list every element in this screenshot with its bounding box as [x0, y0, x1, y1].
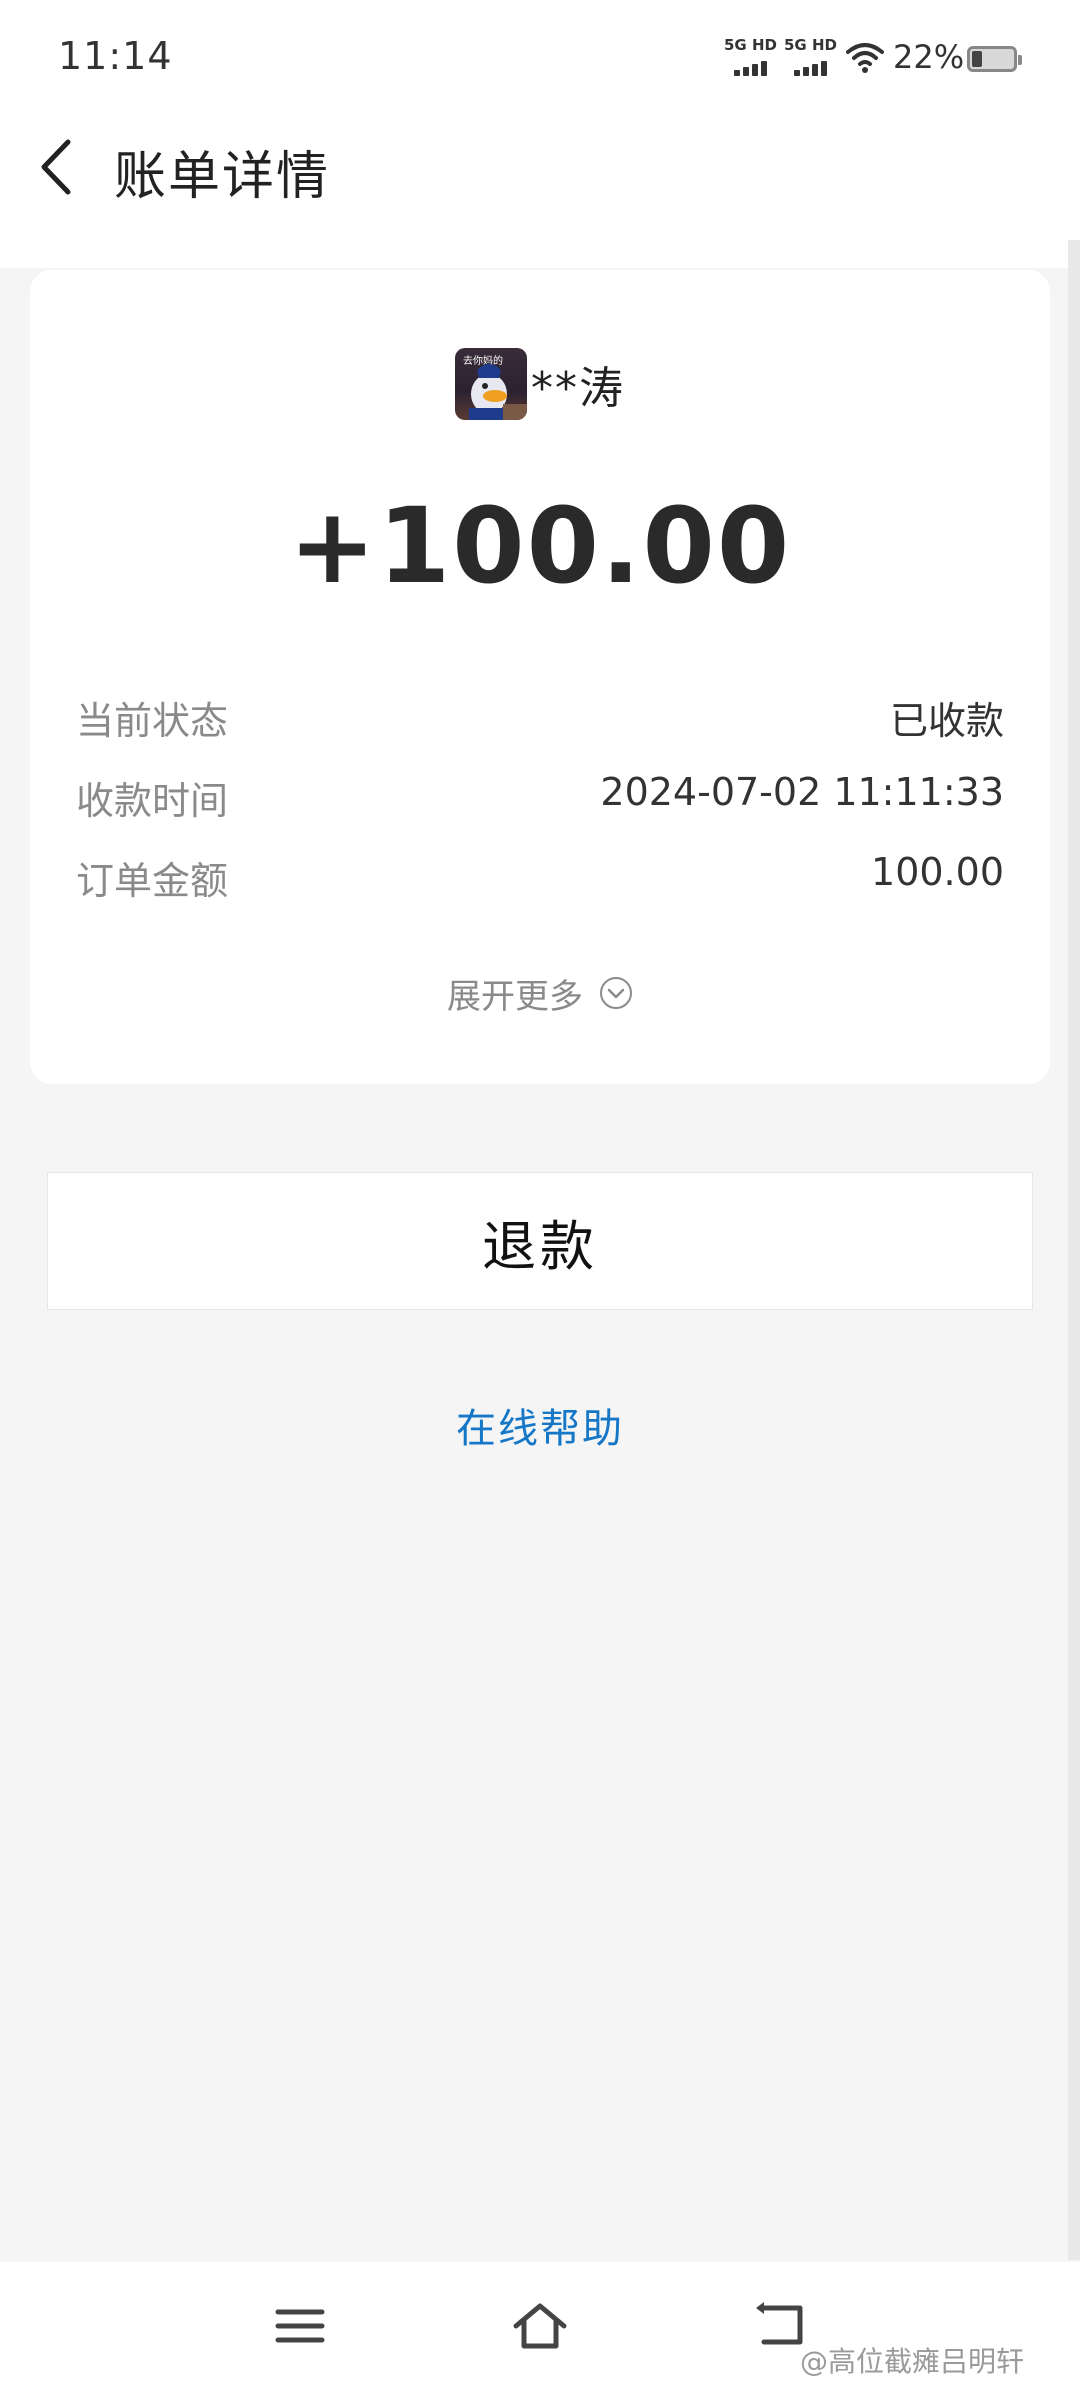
- refund-button-label: 退款: [482, 1214, 598, 1278]
- expand-more-button[interactable]: 展开更多: [30, 968, 1050, 1018]
- page-title: 账单详情: [114, 147, 331, 207]
- refund-button[interactable]: 退款: [47, 1172, 1033, 1310]
- scrollbar[interactable]: [1068, 240, 1080, 2260]
- sim1-signal-icon: 5G HD: [724, 36, 777, 76]
- duck-avatar-icon: [469, 364, 527, 420]
- wifi-icon: [846, 43, 884, 73]
- chevron-down-circle-icon: [600, 977, 632, 1009]
- detail-row-amount: 订单金额 100.00: [76, 850, 1004, 903]
- status-time: 11:14: [58, 34, 173, 78]
- home-icon[interactable]: [510, 2298, 570, 2354]
- sim1-label: 5G HD: [724, 36, 777, 54]
- status-bar: 11:14 5G HD 5G HD 22%: [0, 0, 1080, 112]
- payer-name: **涛: [531, 363, 625, 414]
- amount: +100.00: [288, 485, 792, 607]
- bill-card: 去你妈的 **涛 +100.00 当前状态 已收款 收款时间 2024-07-0…: [30, 270, 1050, 1084]
- battery-percent: 22%: [893, 38, 965, 76]
- online-help-link[interactable]: 在线帮助: [0, 1396, 1080, 1454]
- detail-label: 订单金额: [76, 859, 229, 903]
- detail-row-status: 当前状态 已收款: [76, 690, 1004, 743]
- battery-icon: [967, 46, 1022, 72]
- sim2-signal-icon: 5G HD: [784, 36, 837, 76]
- detail-row-time: 收款时间 2024-07-02 11:11:33: [76, 770, 1004, 823]
- payer: 去你妈的 **涛: [30, 346, 1050, 422]
- expand-more-label: 展开更多: [447, 976, 583, 1017]
- menu-icon[interactable]: [270, 2298, 330, 2354]
- detail-label: 收款时间: [76, 779, 229, 823]
- detail-label: 当前状态: [76, 699, 229, 743]
- avatar: 去你妈的: [455, 348, 527, 420]
- watermark: @高位截瘫吕明轩: [800, 2345, 1025, 2378]
- sim2-label: 5G HD: [784, 36, 837, 54]
- back-arrow-icon[interactable]: [34, 138, 78, 196]
- detail-value: 100.00: [871, 850, 1004, 894]
- detail-value: 已收款: [889, 699, 1004, 743]
- detail-value: 2024-07-02 11:11:33: [600, 770, 1004, 814]
